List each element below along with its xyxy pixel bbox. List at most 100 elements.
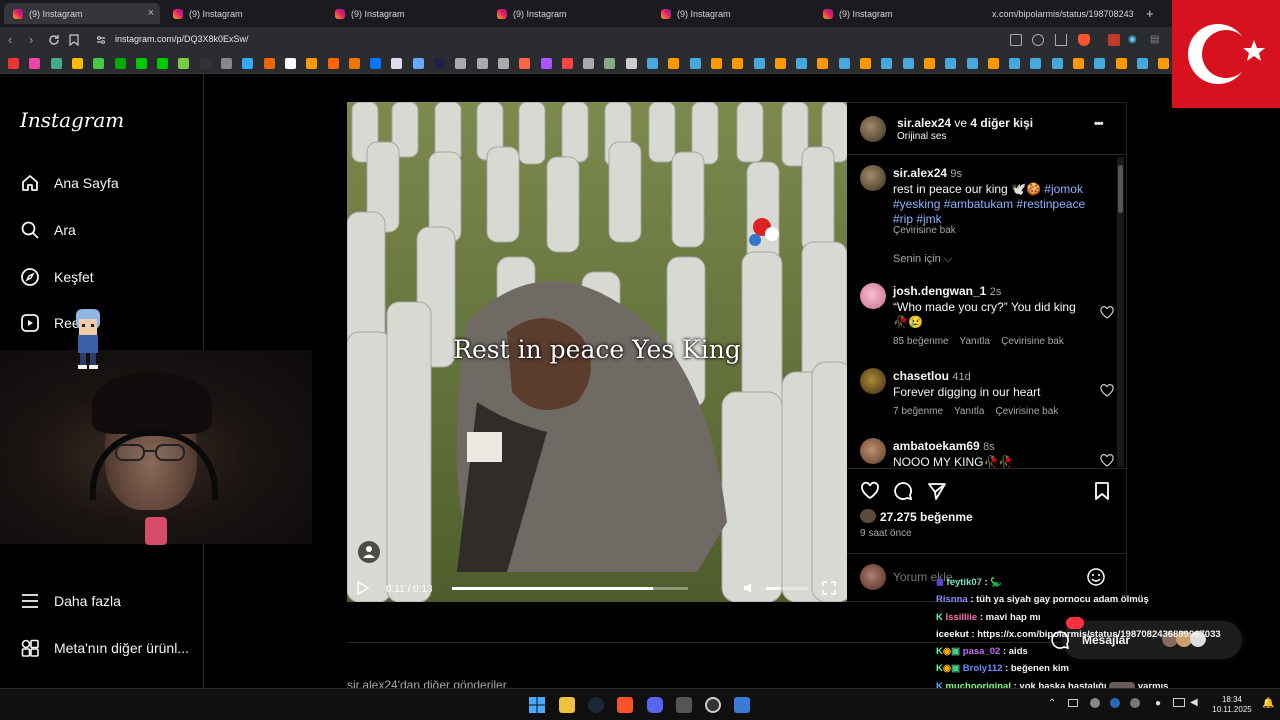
bookmark-favicon-icon[interactable]	[1009, 58, 1021, 69]
bookmark-favicon-icon[interactable]	[114, 58, 126, 69]
cast-icon[interactable]	[1010, 34, 1022, 46]
hashtag-link[interactable]: #yesking #ambatukam #restinpeace	[893, 197, 1085, 211]
app-icon[interactable]	[734, 697, 750, 713]
comment-username[interactable]: ambatoekam69	[893, 439, 980, 453]
bookmark-favicon-icon[interactable]	[8, 58, 19, 69]
bookmark-favicon-icon[interactable]	[817, 58, 829, 69]
bookmark-favicon-icon[interactable]	[370, 58, 382, 69]
bookmark-favicon-icon[interactable]	[966, 58, 978, 69]
comment-like-icon[interactable]	[1100, 306, 1114, 320]
volume-icon[interactable]	[742, 581, 756, 595]
author-avatar[interactable]	[860, 165, 886, 191]
extensions-puzzle-icon[interactable]: ▤	[1150, 34, 1162, 46]
bookmark-favicon-icon[interactable]	[753, 58, 765, 69]
tab-x[interactable]: x.com/bipolarmis/status/198708243	[977, 3, 1133, 24]
reply-button[interactable]: Yanıtla	[960, 336, 990, 347]
comment-icon[interactable]	[893, 481, 913, 501]
display-icon[interactable]	[1173, 698, 1185, 707]
extension-icon[interactable]	[1108, 34, 1120, 46]
new-tab-button[interactable]: +	[1146, 6, 1154, 21]
bookmark-favicon-icon[interactable]	[987, 58, 999, 69]
close-tab-icon[interactable]: ×	[148, 7, 154, 19]
obs-icon[interactable]	[705, 697, 721, 713]
share-icon[interactable]	[1055, 34, 1067, 46]
bookmark-favicon-icon[interactable]	[561, 58, 573, 69]
bookmark-favicon-icon[interactable]	[348, 58, 360, 69]
more-options-icon[interactable]: •••	[1094, 118, 1104, 130]
bookmark-favicon-icon[interactable]	[412, 58, 424, 69]
translate-caption-link[interactable]: Çevirisine bak	[893, 225, 956, 236]
bookmark-favicon-icon[interactable]	[668, 58, 680, 69]
comment-username[interactable]: josh.dengwan_1	[893, 284, 986, 298]
fullscreen-icon[interactable]	[822, 581, 836, 595]
bookmark-favicon-icon[interactable]	[157, 58, 169, 69]
bookmark-favicon-icon[interactable]	[284, 58, 296, 69]
comment-like-icon[interactable]	[1100, 454, 1114, 468]
bookmark-favicon-icon[interactable]	[796, 58, 808, 69]
sidebar-item-search[interactable]: Ara	[20, 220, 76, 240]
bookmark-favicon-icon[interactable]	[327, 58, 339, 69]
comment-likes[interactable]: 7 beğenme	[893, 406, 943, 417]
translate-comment-link[interactable]: Çevirisine bak	[1001, 336, 1064, 347]
sidebar-item-explore[interactable]: Keşfet	[20, 267, 94, 287]
bookmark-favicon-icon[interactable]	[199, 58, 211, 69]
hashtag-link[interactable]: #rip #jmk	[893, 212, 942, 226]
bookmark-favicon-icon[interactable]	[881, 58, 893, 69]
forward-icon[interactable]: ›	[29, 32, 33, 47]
author-username[interactable]: sir.alex24	[897, 116, 951, 130]
bookmark-favicon-icon[interactable]	[434, 58, 445, 69]
caption-username[interactable]: sir.alex24	[893, 166, 947, 180]
brave-shields-icon[interactable]	[1078, 34, 1090, 46]
tab-instagram[interactable]: (9) Instagram	[164, 3, 320, 24]
bookmark-favicon-icon[interactable]	[1073, 58, 1084, 69]
audio-label[interactable]: Orijinal ses	[897, 131, 946, 142]
bookmark-favicon-icon[interactable]	[860, 58, 871, 69]
bookmark-favicon-icon[interactable]	[732, 58, 744, 69]
save-icon[interactable]	[1092, 481, 1112, 501]
bookmark-favicon-icon[interactable]	[391, 58, 403, 69]
bookmark-favicon-icon[interactable]	[242, 58, 254, 69]
tab-instagram[interactable]: (9) Instagram	[488, 3, 644, 24]
site-settings-icon[interactable]	[96, 35, 106, 45]
zoom-icon[interactable]	[1032, 34, 1044, 46]
bookmark-favicon-icon[interactable]	[923, 58, 935, 69]
bookmark-favicon-icon[interactable]	[221, 58, 232, 69]
battery-icon[interactable]	[1068, 699, 1078, 707]
bookmark-favicon-icon[interactable]	[178, 58, 190, 69]
posted-ago[interactable]: 9 saat önce	[860, 528, 912, 539]
sound-extension-icon[interactable]: ◉	[1128, 34, 1140, 46]
tray-overflow-icon[interactable]: ⌃	[1048, 698, 1056, 709]
bookmark-favicon-icon[interactable]	[710, 58, 722, 69]
bookmark-favicon-icon[interactable]	[1158, 58, 1170, 69]
bookmark-favicon-icon[interactable]	[1115, 58, 1127, 69]
bookmark-icon[interactable]	[69, 34, 79, 46]
tray-app-icon[interactable]	[1130, 698, 1140, 708]
bookmark-favicon-icon[interactable]	[689, 58, 701, 69]
microphone-icon[interactable]: ●	[1155, 698, 1161, 709]
notifications-icon[interactable]: 🔔	[1262, 698, 1274, 709]
hashtag-link[interactable]: #jomok	[1044, 182, 1083, 196]
commenter-avatar[interactable]	[860, 438, 886, 464]
bookmark-favicon-icon[interactable]	[455, 58, 467, 69]
bookmark-favicon-icon[interactable]	[540, 58, 552, 69]
speaker-icon[interactable]: ◀	[1190, 697, 1198, 708]
comments-scrollbar-thumb[interactable]	[1118, 165, 1123, 213]
bookmark-favicon-icon[interactable]	[71, 58, 83, 69]
comment-sort-dropdown[interactable]: Senin için ⌵	[893, 253, 952, 266]
brave-icon[interactable]	[617, 697, 633, 713]
bookmark-favicon-icon[interactable]	[774, 58, 786, 69]
bookmark-favicon-icon[interactable]	[625, 58, 637, 69]
clock[interactable]: 18:34 10.11.2025	[1205, 695, 1259, 715]
like-count[interactable]: 27.275 beğenme	[880, 510, 973, 524]
file-explorer-icon[interactable]	[559, 697, 575, 713]
tab-instagram[interactable]: (9) Instagram	[814, 3, 970, 24]
sidebar-item-meta-apps[interactable]: Meta'nın diğer ürünl...	[20, 638, 189, 658]
bookmark-favicon-icon[interactable]	[93, 58, 105, 69]
tab-instagram[interactable]: (9) Instagram	[652, 3, 808, 24]
url-field[interactable]: instagram.com/p/DQ3X8k0ExSw/	[115, 34, 249, 44]
comment-like-icon[interactable]	[1100, 384, 1114, 398]
bookmark-favicon-icon[interactable]	[135, 58, 147, 69]
app-icon[interactable]	[676, 697, 692, 713]
bookmark-favicon-icon[interactable]	[1136, 58, 1148, 69]
tab-instagram[interactable]: (9) Instagram	[326, 3, 482, 24]
